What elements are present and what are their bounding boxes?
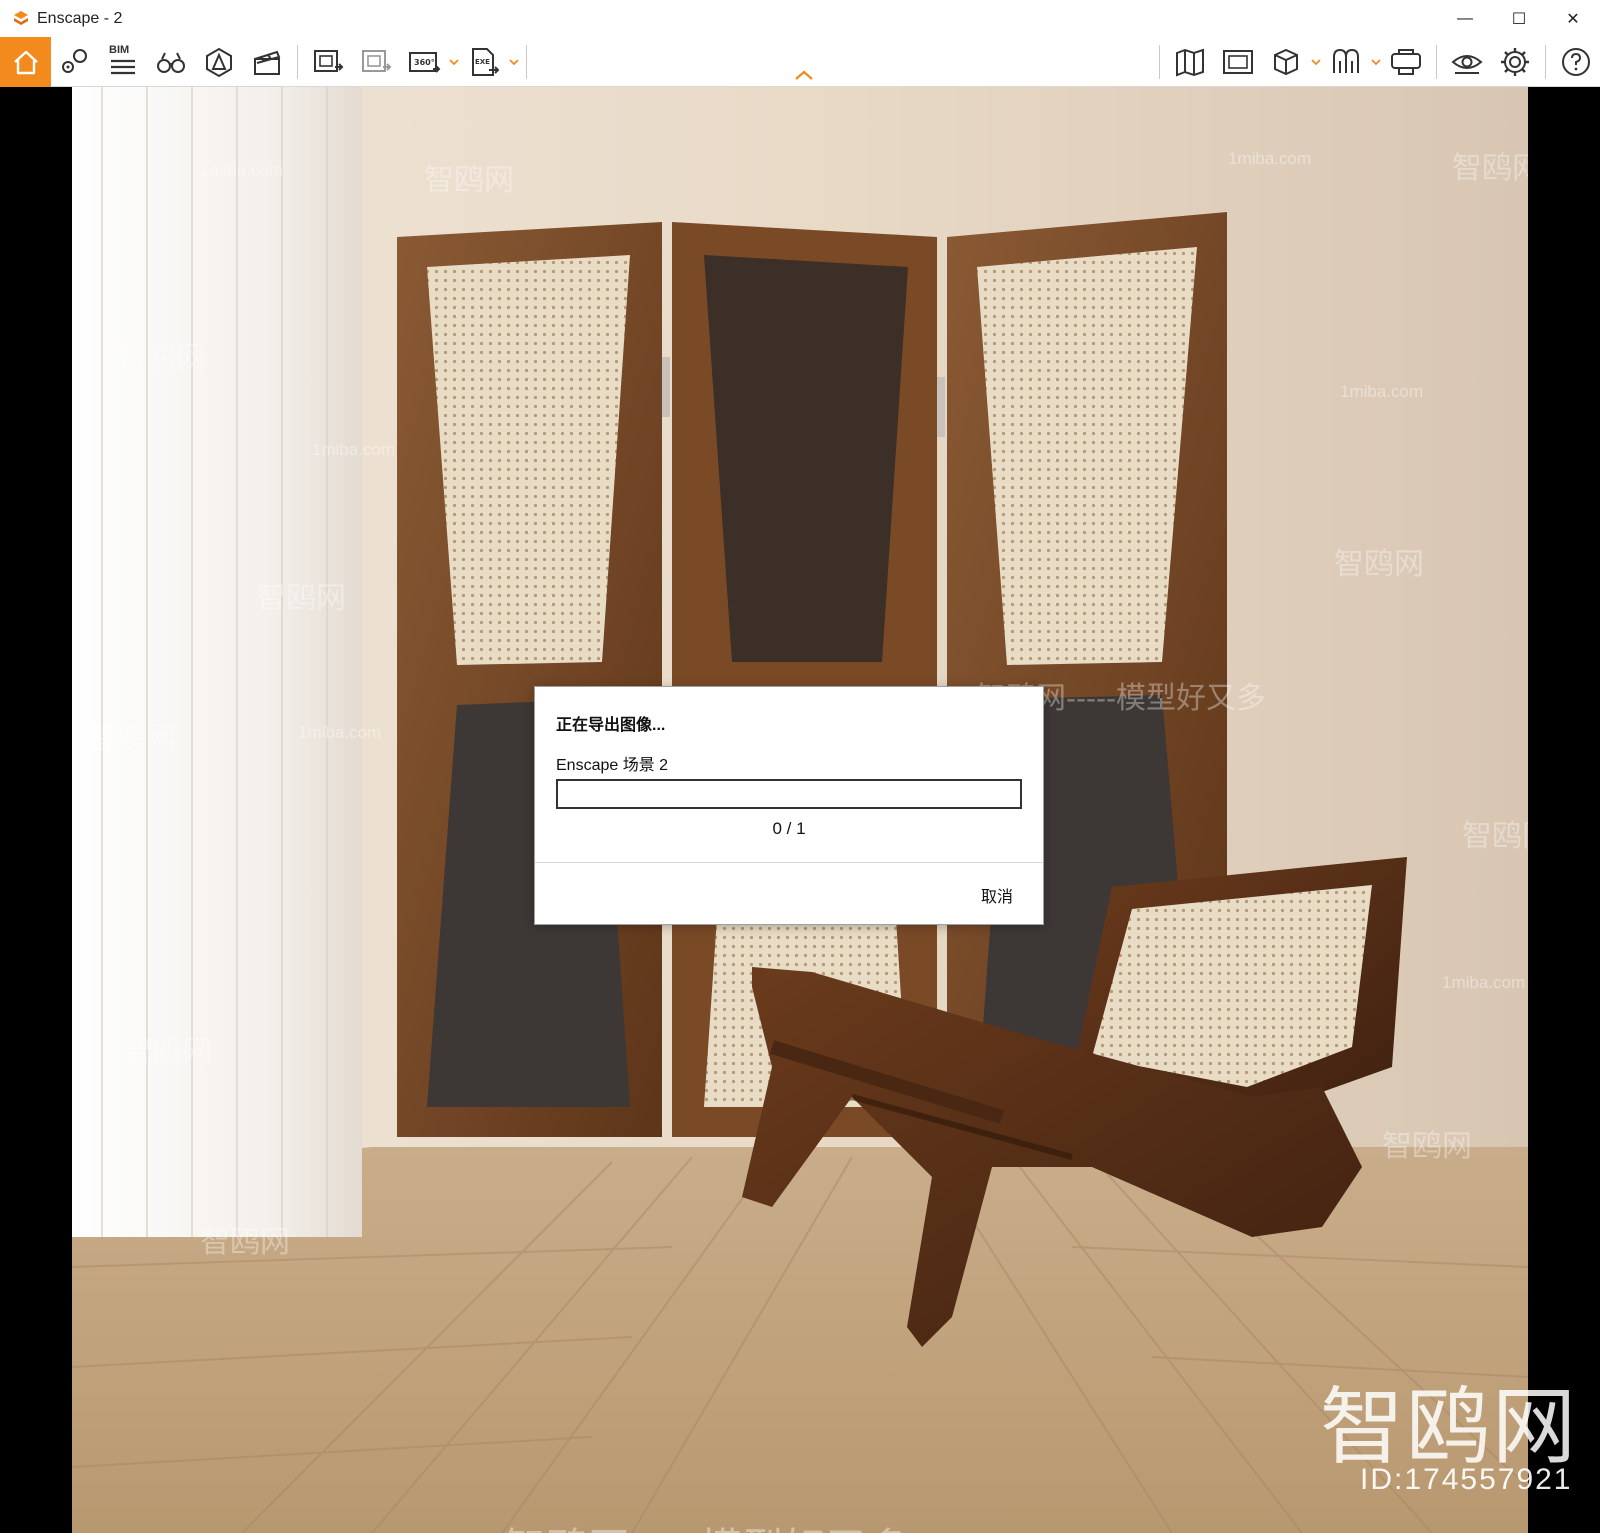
- help-button[interactable]: [1552, 37, 1600, 87]
- minimize-button[interactable]: —: [1438, 0, 1492, 37]
- map-icon: [1176, 48, 1204, 76]
- scene-name-label: Enscape 场景 2: [556, 757, 669, 774]
- chevron-down-icon: [509, 58, 519, 65]
- vr-dropdown-caret[interactable]: [1370, 37, 1382, 87]
- chevron-down-icon: [449, 58, 459, 65]
- eye-visual-settings-icon: [1451, 54, 1483, 74]
- watermark-slogan-bottom: 智鸥网-----模型好又多----: [504, 1515, 966, 1533]
- bim-button[interactable]: BIM: [99, 37, 147, 87]
- toolbar-separator: [297, 44, 298, 79]
- views-button[interactable]: [147, 37, 195, 87]
- chevron-down-icon: [1371, 58, 1381, 65]
- cancel-button[interactable]: 取消: [981, 883, 1013, 907]
- chevron-up-icon: [795, 70, 813, 80]
- bim-label: BIM: [109, 43, 130, 56]
- title-bar: Enscape - 2 — ☐ ✕: [0, 0, 1600, 37]
- export-progress-dialog: 正在导出图像... Enscape 场景 2 0 / 1 取消: [534, 686, 1044, 925]
- toolbar-separator: [1159, 44, 1160, 79]
- cube-view-button[interactable]: [1262, 37, 1310, 87]
- help-icon: [1562, 47, 1590, 76]
- collapse-toolbar-toggle[interactable]: [792, 65, 816, 85]
- clapperboard-icon: [254, 50, 281, 75]
- cube-dropdown-caret[interactable]: [1310, 37, 1322, 87]
- home-button[interactable]: [0, 36, 51, 87]
- vr-headset-icon: [1333, 48, 1359, 73]
- enscape-window: Enscape - 2 — ☐ ✕ BIM 360° EXE 1miba.com…: [0, 0, 1600, 1533]
- exe-label: EXE: [475, 58, 490, 66]
- enscape-logo-icon: [10, 8, 32, 30]
- asset-library-icon: [206, 47, 232, 77]
- maximize-button[interactable]: ☐: [1492, 0, 1546, 37]
- cube-icon: [1274, 48, 1298, 75]
- watermark-id: ID:174557921: [1360, 1463, 1573, 1496]
- binoculars-icon: [157, 52, 185, 73]
- settings-button[interactable]: [1491, 37, 1539, 87]
- batch-render-button[interactable]: [304, 37, 352, 87]
- progress-count: 0 / 1: [772, 819, 806, 838]
- location-button[interactable]: [51, 37, 99, 87]
- asset-library-button[interactable]: [195, 37, 243, 87]
- toolbar-separator: [526, 44, 527, 79]
- home-icon: [13, 50, 38, 74]
- chevron-down-icon: [1311, 58, 1321, 65]
- batch-render-icon: [314, 49, 344, 72]
- batch-export-button[interactable]: [352, 37, 400, 87]
- map-button[interactable]: [1166, 37, 1214, 87]
- upload-rendering-button[interactable]: [1214, 37, 1262, 87]
- dialog-title: 正在导出图像...: [556, 717, 666, 734]
- panorama-360-icon: 360°: [409, 51, 441, 73]
- dialog-divider: [535, 862, 1043, 863]
- toolbar-left-group: BIM 360° EXE: [51, 37, 533, 87]
- toolbar-right-group: [1153, 37, 1600, 87]
- panorama-label: 360°: [414, 58, 435, 67]
- vr-headset-button[interactable]: [1322, 37, 1370, 87]
- exe-dropdown-caret[interactable]: [508, 37, 520, 87]
- exe-export-button[interactable]: EXE: [460, 37, 508, 87]
- batch-export-icon: [362, 49, 392, 72]
- toolbar-separator: [1545, 44, 1546, 79]
- location-pin-icon: [62, 48, 87, 73]
- screenshot-collaboration-icon: [1391, 48, 1421, 75]
- gear-icon: [1501, 47, 1529, 76]
- collaboration-button[interactable]: [1382, 37, 1430, 87]
- visual-settings-button[interactable]: [1443, 37, 1491, 87]
- export-progress-bar: [556, 779, 1022, 809]
- window-controls: — ☐ ✕: [1438, 0, 1600, 37]
- toolbar-separator: [1436, 44, 1437, 79]
- video-editor-button[interactable]: [243, 37, 291, 87]
- panorama-button[interactable]: 360°: [400, 37, 448, 87]
- exe-export-icon: EXE: [472, 47, 500, 76]
- close-button[interactable]: ✕: [1546, 0, 1600, 37]
- window-title: Enscape - 2: [37, 9, 123, 27]
- panorama-dropdown-caret[interactable]: [448, 37, 460, 87]
- upload-rendering-icon: [1223, 49, 1253, 74]
